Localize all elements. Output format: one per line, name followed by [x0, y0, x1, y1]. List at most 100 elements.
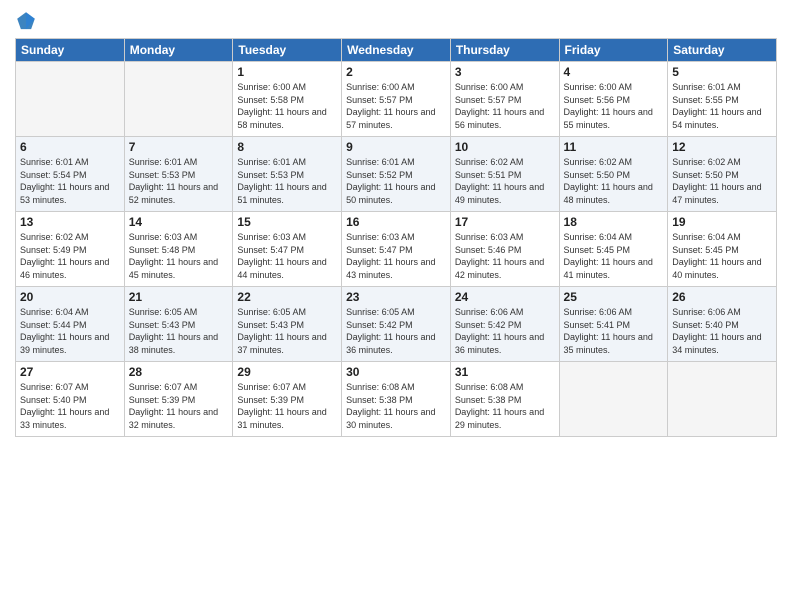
- day-info: Sunrise: 6:00 AM Sunset: 5:57 PM Dayligh…: [346, 81, 446, 131]
- calendar-cell: [668, 362, 777, 437]
- day-info: Sunrise: 6:01 AM Sunset: 5:54 PM Dayligh…: [20, 156, 120, 206]
- calendar-cell: 27 Sunrise: 6:07 AM Sunset: 5:40 PM Dayli…: [16, 362, 125, 437]
- day-info: Sunrise: 6:03 AM Sunset: 5:46 PM Dayligh…: [455, 231, 555, 281]
- day-number: 23: [346, 290, 446, 304]
- calendar-cell: 4 Sunrise: 6:00 AM Sunset: 5:56 PM Daylig…: [559, 62, 668, 137]
- calendar-cell: 19 Sunrise: 6:04 AM Sunset: 5:45 PM Dayli…: [668, 212, 777, 287]
- calendar-cell: 3 Sunrise: 6:00 AM Sunset: 5:57 PM Daylig…: [450, 62, 559, 137]
- day-info: Sunrise: 6:04 AM Sunset: 5:44 PM Dayligh…: [20, 306, 120, 356]
- calendar: SundayMondayTuesdayWednesdayThursdayFrid…: [15, 38, 777, 437]
- calendar-cell: [559, 362, 668, 437]
- calendar-week-2: 6 Sunrise: 6:01 AM Sunset: 5:54 PM Daylig…: [16, 137, 777, 212]
- day-info: Sunrise: 6:01 AM Sunset: 5:52 PM Dayligh…: [346, 156, 446, 206]
- day-info: Sunrise: 6:03 AM Sunset: 5:47 PM Dayligh…: [237, 231, 337, 281]
- day-number: 9: [346, 140, 446, 154]
- day-info: Sunrise: 6:00 AM Sunset: 5:58 PM Dayligh…: [237, 81, 337, 131]
- calendar-cell: 31 Sunrise: 6:08 AM Sunset: 5:38 PM Dayli…: [450, 362, 559, 437]
- day-info: Sunrise: 6:04 AM Sunset: 5:45 PM Dayligh…: [564, 231, 664, 281]
- day-number: 25: [564, 290, 664, 304]
- day-number: 26: [672, 290, 772, 304]
- day-number: 13: [20, 215, 120, 229]
- day-info: Sunrise: 6:07 AM Sunset: 5:40 PM Dayligh…: [20, 381, 120, 431]
- day-number: 29: [237, 365, 337, 379]
- calendar-cell: 5 Sunrise: 6:01 AM Sunset: 5:55 PM Daylig…: [668, 62, 777, 137]
- calendar-week-3: 13 Sunrise: 6:02 AM Sunset: 5:49 PM Dayli…: [16, 212, 777, 287]
- day-number: 27: [20, 365, 120, 379]
- calendar-cell: 10Sunrise: 6:02 AM Sunset: 5:51 PM Dayli…: [450, 137, 559, 212]
- col-header-friday: Friday: [559, 39, 668, 62]
- day-info: Sunrise: 6:02 AM Sunset: 5:50 PM Dayligh…: [672, 156, 772, 206]
- calendar-cell: 28 Sunrise: 6:07 AM Sunset: 5:39 PM Dayli…: [124, 362, 233, 437]
- day-number: 7: [129, 140, 229, 154]
- calendar-cell: 29 Sunrise: 6:07 AM Sunset: 5:39 PM Dayli…: [233, 362, 342, 437]
- day-number: 3: [455, 65, 555, 79]
- day-info: Sunrise: 6:06 AM Sunset: 5:40 PM Dayligh…: [672, 306, 772, 356]
- day-number: 31: [455, 365, 555, 379]
- calendar-cell: 14 Sunrise: 6:03 AM Sunset: 5:48 PM Dayli…: [124, 212, 233, 287]
- calendar-cell: 11 Sunrise: 6:02 AM Sunset: 5:50 PM Dayli…: [559, 137, 668, 212]
- day-info: Sunrise: 6:01 AM Sunset: 5:53 PM Dayligh…: [237, 156, 337, 206]
- calendar-cell: [124, 62, 233, 137]
- col-header-sunday: Sunday: [16, 39, 125, 62]
- col-header-thursday: Thursday: [450, 39, 559, 62]
- day-info: Sunrise: 6:04 AM Sunset: 5:45 PM Dayligh…: [672, 231, 772, 281]
- calendar-cell: 24 Sunrise: 6:06 AM Sunset: 5:42 PM Dayli…: [450, 287, 559, 362]
- day-number: 15: [237, 215, 337, 229]
- col-header-monday: Monday: [124, 39, 233, 62]
- calendar-cell: 17 Sunrise: 6:03 AM Sunset: 5:46 PM Dayli…: [450, 212, 559, 287]
- calendar-cell: 18 Sunrise: 6:04 AM Sunset: 5:45 PM Dayli…: [559, 212, 668, 287]
- day-number: 2: [346, 65, 446, 79]
- day-number: 28: [129, 365, 229, 379]
- calendar-cell: 26 Sunrise: 6:06 AM Sunset: 5:40 PM Dayli…: [668, 287, 777, 362]
- logo-icon: [15, 10, 37, 32]
- calendar-cell: 6 Sunrise: 6:01 AM Sunset: 5:54 PM Daylig…: [16, 137, 125, 212]
- calendar-cell: 2 Sunrise: 6:00 AM Sunset: 5:57 PM Daylig…: [342, 62, 451, 137]
- day-info: Sunrise: 6:07 AM Sunset: 5:39 PM Dayligh…: [129, 381, 229, 431]
- day-number: 17: [455, 215, 555, 229]
- day-number: 6: [20, 140, 120, 154]
- day-number: 10: [455, 140, 555, 154]
- calendar-cell: 8Sunrise: 6:01 AM Sunset: 5:53 PM Daylig…: [233, 137, 342, 212]
- calendar-cell: 15 Sunrise: 6:03 AM Sunset: 5:47 PM Dayli…: [233, 212, 342, 287]
- day-info: Sunrise: 6:08 AM Sunset: 5:38 PM Dayligh…: [455, 381, 555, 431]
- calendar-cell: 12 Sunrise: 6:02 AM Sunset: 5:50 PM Dayli…: [668, 137, 777, 212]
- col-header-tuesday: Tuesday: [233, 39, 342, 62]
- calendar-cell: 22 Sunrise: 6:05 AM Sunset: 5:43 PM Dayli…: [233, 287, 342, 362]
- day-info: Sunrise: 6:02 AM Sunset: 5:50 PM Dayligh…: [564, 156, 664, 206]
- day-number: 18: [564, 215, 664, 229]
- day-info: Sunrise: 6:02 AM Sunset: 5:49 PM Dayligh…: [20, 231, 120, 281]
- calendar-cell: 13 Sunrise: 6:02 AM Sunset: 5:49 PM Dayli…: [16, 212, 125, 287]
- col-header-saturday: Saturday: [668, 39, 777, 62]
- day-number: 24: [455, 290, 555, 304]
- day-number: 20: [20, 290, 120, 304]
- day-info: Sunrise: 6:05 AM Sunset: 5:43 PM Dayligh…: [237, 306, 337, 356]
- col-header-wednesday: Wednesday: [342, 39, 451, 62]
- day-info: Sunrise: 6:01 AM Sunset: 5:55 PM Dayligh…: [672, 81, 772, 131]
- day-info: Sunrise: 6:08 AM Sunset: 5:38 PM Dayligh…: [346, 381, 446, 431]
- day-number: 11: [564, 140, 664, 154]
- day-number: 12: [672, 140, 772, 154]
- day-info: Sunrise: 6:06 AM Sunset: 5:42 PM Dayligh…: [455, 306, 555, 356]
- day-number: 21: [129, 290, 229, 304]
- day-info: Sunrise: 6:05 AM Sunset: 5:43 PM Dayligh…: [129, 306, 229, 356]
- day-info: Sunrise: 6:01 AM Sunset: 5:53 PM Dayligh…: [129, 156, 229, 206]
- day-info: Sunrise: 6:07 AM Sunset: 5:39 PM Dayligh…: [237, 381, 337, 431]
- day-number: 14: [129, 215, 229, 229]
- day-number: 22: [237, 290, 337, 304]
- calendar-cell: 16Sunrise: 6:03 AM Sunset: 5:47 PM Dayli…: [342, 212, 451, 287]
- calendar-cell: 25 Sunrise: 6:06 AM Sunset: 5:41 PM Dayli…: [559, 287, 668, 362]
- day-info: Sunrise: 6:03 AM Sunset: 5:47 PM Dayligh…: [346, 231, 446, 281]
- day-info: Sunrise: 6:00 AM Sunset: 5:56 PM Dayligh…: [564, 81, 664, 131]
- calendar-header-row: SundayMondayTuesdayWednesdayThursdayFrid…: [16, 39, 777, 62]
- day-number: 19: [672, 215, 772, 229]
- calendar-cell: 9 Sunrise: 6:01 AM Sunset: 5:52 PM Daylig…: [342, 137, 451, 212]
- calendar-cell: 21 Sunrise: 6:05 AM Sunset: 5:43 PM Dayli…: [124, 287, 233, 362]
- day-number: 5: [672, 65, 772, 79]
- day-info: Sunrise: 6:06 AM Sunset: 5:41 PM Dayligh…: [564, 306, 664, 356]
- day-info: Sunrise: 6:03 AM Sunset: 5:48 PM Dayligh…: [129, 231, 229, 281]
- calendar-cell: 23Sunrise: 6:05 AM Sunset: 5:42 PM Dayli…: [342, 287, 451, 362]
- day-number: 4: [564, 65, 664, 79]
- logo: [15, 10, 41, 32]
- day-info: Sunrise: 6:00 AM Sunset: 5:57 PM Dayligh…: [455, 81, 555, 131]
- calendar-week-4: 20 Sunrise: 6:04 AM Sunset: 5:44 PM Dayli…: [16, 287, 777, 362]
